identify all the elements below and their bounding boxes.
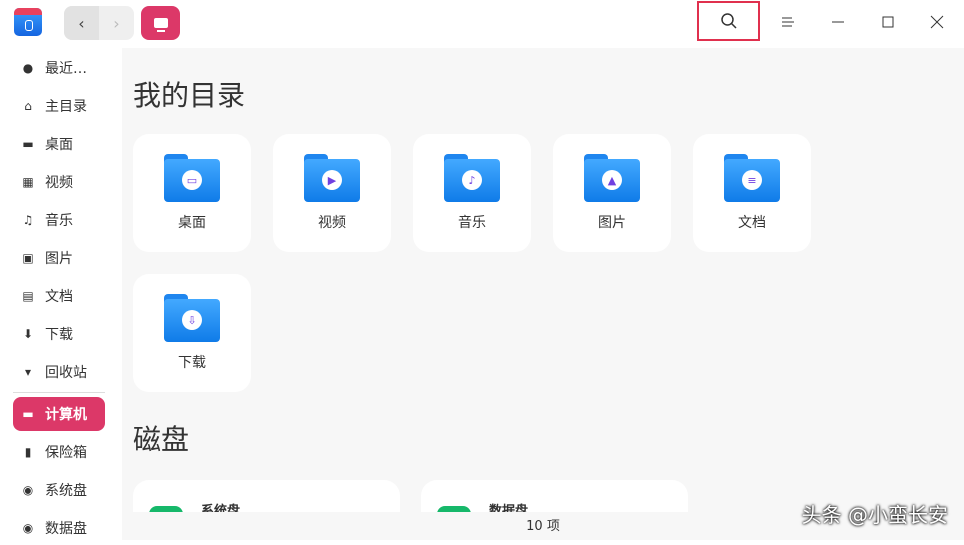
forward-button[interactable]: › — [99, 6, 134, 40]
sidebar-item[interactable]: ▬ 计算机 — [13, 397, 105, 431]
sidebar-item[interactable]: ◉ 系统盘 — [13, 473, 105, 507]
folder-badge-icon: ▶ — [322, 170, 342, 190]
main-content: 我的目录 ▭ 桌面 ▶ 视频 ♪ 音乐 ▲ 图片 ≡ 文档 ⇩ 下载 磁盘 系统盘 数据盘 — [122, 48, 964, 512]
sidebar-item-label: 文档 — [45, 289, 73, 305]
folder-icon: ▶ — [304, 154, 360, 202]
folder-label: 音乐 — [458, 215, 486, 231]
navigation-buttons: ‹ › — [64, 6, 134, 40]
home-icon: ⌂ — [24, 99, 32, 113]
maximize-button[interactable] — [863, 0, 913, 44]
sidebar-item-label: 主目录 — [45, 99, 87, 115]
folder-card[interactable]: ≡ 文档 — [693, 134, 811, 252]
section-heading-disks: 磁盘 — [133, 423, 190, 456]
folder-card[interactable]: ▶ 视频 — [273, 134, 391, 252]
document-icon: ▤ — [22, 289, 34, 303]
folder-icon: ▲ — [584, 154, 640, 202]
sidebar-item[interactable]: ▾ 回收站 — [13, 355, 105, 389]
folder-card[interactable]: ▭ 桌面 — [133, 134, 251, 252]
sidebar: ● 最近… ⌂ 主目录 ▬ 桌面 ▦ 视频 ♫ 音乐 ▣ 图片 ▤ 文档 ⬇ 下载 ▾ 回收站 ▬ 计算机 ▮ 保险箱 ◉ 系… — [0, 48, 122, 540]
sidebar-item[interactable]: ▬ 桌面 — [13, 127, 105, 161]
folder-label: 下载 — [178, 355, 206, 371]
folder-badge-icon: ♪ — [462, 170, 482, 190]
sidebar-item-label: 数据盘 — [45, 521, 87, 537]
sidebar-item[interactable]: ▦ 视频 — [13, 165, 105, 199]
vault-icon: ▮ — [24, 445, 32, 459]
minimize-icon — [832, 21, 844, 23]
folder-badge-icon: ⇩ — [182, 310, 202, 330]
folder-icon: ▭ — [164, 154, 220, 202]
sidebar-item-label: 下载 — [45, 327, 73, 343]
sidebar-item[interactable]: ♫ 音乐 — [13, 203, 105, 237]
sidebar-item-label: 图片 — [45, 251, 73, 267]
clock-icon: ● — [22, 61, 34, 75]
close-button[interactable] — [912, 0, 962, 44]
folder-label: 图片 — [598, 215, 626, 231]
disk-label: 数据盘 — [489, 504, 529, 512]
sidebar-item[interactable]: ⬇ 下载 — [13, 317, 105, 351]
folder-icon: ♪ — [444, 154, 500, 202]
sidebar-item[interactable]: ▤ 文档 — [13, 279, 105, 313]
folder-label: 桌面 — [178, 215, 206, 231]
picture-icon: ▣ — [22, 251, 34, 265]
folder-icon: ≡ — [724, 154, 780, 202]
sidebar-divider — [13, 392, 105, 393]
sidebar-item[interactable]: ● 最近… — [13, 51, 105, 85]
computer-icon — [153, 18, 168, 32]
maximize-icon — [882, 16, 894, 28]
item-count: 10 项 — [526, 519, 560, 534]
titlebar: ‹ › — [0, 0, 964, 48]
sidebar-item-label: 计算机 — [45, 407, 87, 423]
sidebar-item[interactable]: ▣ 图片 — [13, 241, 105, 275]
sidebar-item-label: 回收站 — [45, 365, 87, 381]
breadcrumb-computer[interactable] — [141, 6, 180, 40]
video-icon: ▦ — [22, 175, 34, 189]
sidebar-item-label: 视频 — [45, 175, 73, 191]
disk-icon: ◉ — [22, 483, 34, 497]
folder-label: 视频 — [318, 215, 346, 231]
back-button[interactable]: ‹ — [64, 6, 99, 40]
disk-icon: ◉ — [22, 521, 34, 535]
trash-icon: ▾ — [24, 365, 32, 379]
minimize-button[interactable] — [813, 0, 863, 44]
folder-label: 文档 — [738, 215, 766, 231]
sidebar-item-label: 桌面 — [45, 137, 73, 153]
menu-button[interactable] — [763, 0, 813, 44]
disk-label: 系统盘 — [201, 504, 241, 512]
sidebar-item-label: 音乐 — [45, 213, 73, 229]
close-icon — [930, 15, 944, 29]
disk-card-data[interactable]: 数据盘 — [421, 480, 688, 512]
folder-badge-icon: ≡ — [742, 170, 762, 190]
sidebar-item-label: 系统盘 — [45, 483, 87, 499]
menu-icon — [782, 17, 794, 27]
sidebar-item[interactable]: ⌂ 主目录 — [13, 89, 105, 123]
folder-badge-icon: ▭ — [182, 170, 202, 190]
music-icon: ♫ — [22, 213, 34, 227]
app-logo-icon — [14, 8, 42, 36]
folder-card[interactable]: ♪ 音乐 — [413, 134, 531, 252]
folder-card[interactable]: ⇩ 下载 — [133, 274, 251, 392]
section-heading-directories: 我的目录 — [133, 79, 246, 112]
folder-badge-icon: ▲ — [602, 170, 622, 190]
search-icon — [720, 13, 737, 29]
folder-icon: ⇩ — [164, 294, 220, 342]
computer-icon: ▬ — [22, 407, 34, 421]
download-icon: ⬇ — [22, 327, 34, 341]
sidebar-item-label: 最近… — [45, 61, 87, 77]
search-button[interactable] — [697, 1, 760, 41]
disk-card-system[interactable]: 系统盘 — [133, 480, 400, 512]
sidebar-item[interactable]: ▮ 保险箱 — [13, 435, 105, 469]
watermark: 头条 @小蛮长安 — [801, 503, 948, 527]
folder-card[interactable]: ▲ 图片 — [553, 134, 671, 252]
desktop-icon: ▬ — [22, 137, 34, 151]
sidebar-item-label: 保险箱 — [45, 445, 87, 461]
